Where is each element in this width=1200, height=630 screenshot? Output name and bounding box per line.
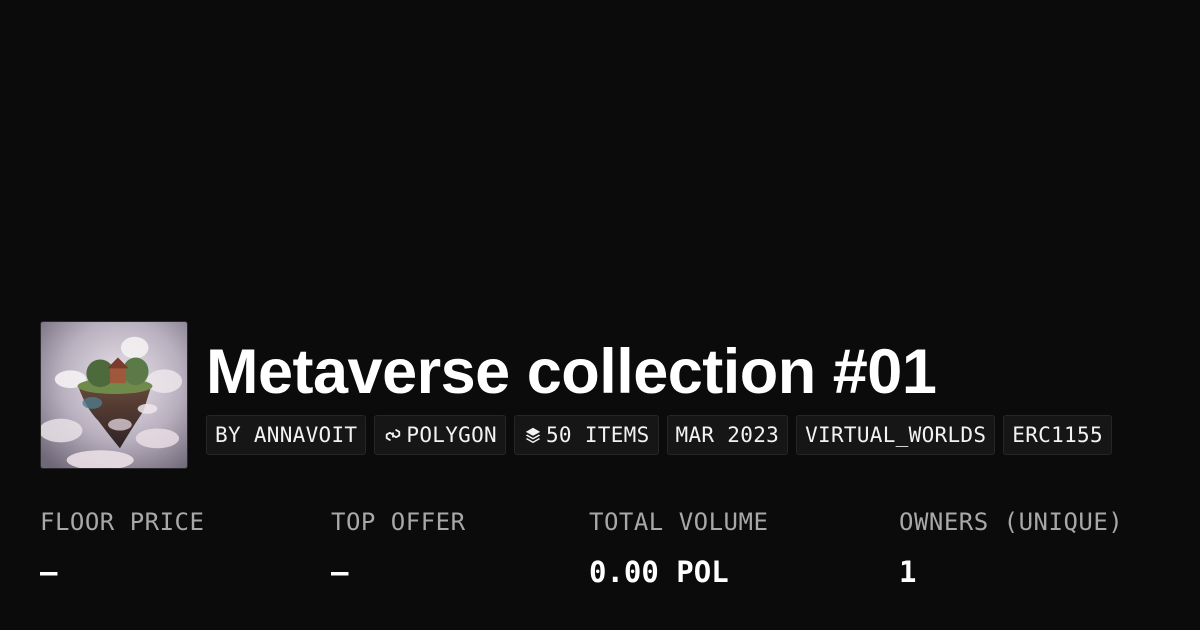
date-tag-label: MAR 2023 xyxy=(675,423,780,447)
chain-tag[interactable]: POLYGON xyxy=(374,415,506,455)
token-standard-tag-label: ERC1155 xyxy=(1012,423,1103,447)
owners-label: OWNERS (UNIQUE) xyxy=(899,508,1124,536)
layers-icon xyxy=(523,425,543,445)
top-offer-label: TOP OFFER xyxy=(331,508,466,536)
category-tag[interactable]: VIRTUAL_WORLDS xyxy=(796,415,996,455)
creator-tag-label: BY ANNAVOIT xyxy=(215,423,358,447)
polygon-chain-icon xyxy=(383,425,403,445)
total-volume-stat: TOTAL VOLUME 0.00 POL xyxy=(589,505,768,589)
total-volume-value: 0.00 POL xyxy=(589,555,729,589)
floor-price-stat: FLOOR PRICE – xyxy=(40,505,204,589)
collection-thumbnail xyxy=(40,321,188,469)
creator-tag[interactable]: BY ANNAVOIT xyxy=(206,415,367,455)
items-tag[interactable]: 50 ITEMS xyxy=(513,415,659,455)
floor-price-value: – xyxy=(40,555,58,589)
top-offer-stat: TOP OFFER – xyxy=(331,505,466,589)
items-tag-label: 50 ITEMS xyxy=(545,423,650,447)
token-standard-tag: ERC1155 xyxy=(1003,415,1112,455)
floating-island-artwork xyxy=(41,322,187,468)
total-volume-label: TOTAL VOLUME xyxy=(589,508,769,536)
chain-tag-label: POLYGON xyxy=(406,423,497,447)
collection-title: Metaverse collection #01 xyxy=(206,337,937,407)
owners-stat: OWNERS (UNIQUE) 1 xyxy=(899,505,1123,589)
date-tag: MAR 2023 xyxy=(666,415,789,455)
floor-price-label: FLOOR PRICE xyxy=(40,508,205,536)
top-offer-value: – xyxy=(331,555,349,589)
category-tag-label: VIRTUAL_WORLDS xyxy=(805,423,987,447)
collection-share-card: Metaverse collection #01 BY ANNAVOIT POL… xyxy=(0,0,1200,630)
owners-value: 1 xyxy=(899,555,917,589)
collection-tags: BY ANNAVOIT POLYGON 50 ITEMS MAR 2023 VI… xyxy=(206,415,1112,455)
